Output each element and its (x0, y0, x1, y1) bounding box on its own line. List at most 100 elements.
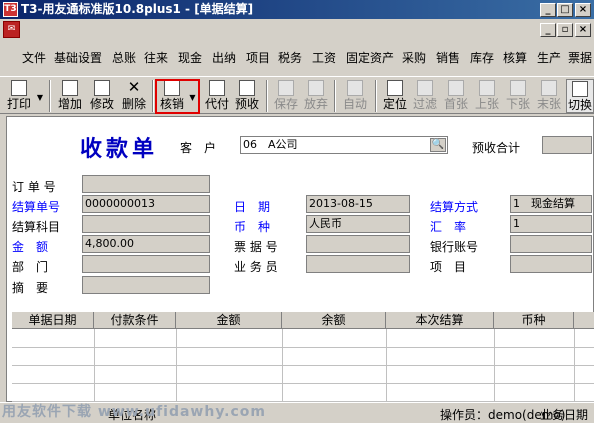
account-field[interactable] (82, 215, 210, 233)
bank-account-field[interactable] (510, 235, 592, 253)
method-field[interactable]: 1 现金结算 (510, 195, 592, 213)
add-button[interactable]: 增加 (55, 79, 85, 113)
toolbar-separator (375, 80, 377, 112)
add-icon (62, 80, 78, 96)
mdi-restore-button[interactable]: ▫ (557, 23, 573, 37)
last-button[interactable]: 末张 (535, 79, 563, 113)
locate-icon (387, 80, 403, 96)
menu-bar: 文件 基础设置 总账 往来 现金 出纳 项目 税务 工资 固定资产 采购 销售 … (0, 46, 594, 66)
menu-cash[interactable]: 现金 (178, 49, 202, 66)
customer-field[interactable]: 06 A公司 (240, 136, 448, 154)
menu-project[interactable]: 项目 (246, 49, 270, 66)
save-button[interactable]: 保存 (272, 79, 300, 113)
order-no-field[interactable] (82, 175, 210, 193)
col-current-settle[interactable]: 本次结算 (386, 312, 494, 329)
mdi-minimize-button[interactable]: _ (540, 23, 556, 37)
document-icon: ✉ (3, 21, 20, 38)
first-button[interactable]: 首张 (442, 79, 470, 113)
menu-file[interactable]: 文件 (22, 49, 46, 66)
rate-field[interactable]: 1 (510, 215, 592, 233)
settle-no-field[interactable]: 0000000013 (82, 195, 210, 213)
bank-account-label: 银行账号 (430, 240, 479, 254)
print-button[interactable]: 打印 (4, 79, 34, 113)
minimize-button[interactable]: _ (540, 3, 556, 17)
last-record-icon (541, 80, 557, 96)
menu-fixed-assets[interactable]: 固定资产 (346, 49, 394, 66)
prev-record-icon (479, 80, 495, 96)
toolbar-separator (266, 80, 268, 112)
menu-transactions[interactable]: 往来 (144, 49, 168, 66)
menu-inventory[interactable]: 库存 (470, 49, 494, 66)
project-label: 项 目 (430, 260, 467, 274)
col-doc-date[interactable]: 单据日期 (12, 312, 94, 329)
modify-button[interactable]: 修改 (87, 79, 117, 113)
menu-payroll[interactable]: 工资 (312, 49, 336, 66)
locate-button[interactable]: 定位 (381, 79, 409, 113)
print-dropdown[interactable]: ▼ (35, 79, 45, 113)
edit-icon (94, 80, 110, 96)
abandon-button[interactable]: 放弃 (302, 79, 330, 113)
proxy-pay-button[interactable]: 代付 (203, 79, 231, 113)
dept-field[interactable] (82, 255, 210, 273)
project-field[interactable] (510, 255, 592, 273)
next-button[interactable]: 下张 (504, 79, 532, 113)
grid-col-divider (282, 329, 283, 402)
menu-tax[interactable]: 税务 (278, 49, 302, 66)
menu-costing[interactable]: 核算 (503, 49, 527, 66)
col-amount[interactable]: 金额 (176, 312, 282, 329)
col-currency[interactable]: 币种 (494, 312, 574, 329)
save-icon (278, 80, 294, 96)
rate-label: 汇 率 (430, 220, 467, 234)
amount-field[interactable]: 4,800.00 (82, 235, 210, 253)
switch-icon (572, 81, 588, 97)
auto-button[interactable]: 自动 (340, 79, 370, 113)
date-field[interactable]: 2013-08-15 (306, 195, 410, 213)
close-button[interactable]: × (575, 3, 591, 17)
delete-button[interactable]: ✕ 删除 (119, 79, 149, 113)
maximize-button[interactable]: □ (557, 3, 573, 17)
detail-grid[interactable]: 单据日期 付款条件 金额 余额 本次结算 币种 (12, 312, 594, 402)
menu-notes[interactable]: 票据 (568, 49, 592, 66)
menu-sales[interactable]: 销售 (436, 49, 460, 66)
search-icon[interactable]: 🔍 (430, 138, 446, 152)
currency-label: 币 种 (234, 220, 271, 234)
voucher-label: 票 据 号 (234, 240, 278, 254)
menu-ledger[interactable]: 总账 (112, 49, 136, 66)
menu-cashier[interactable]: 出纳 (212, 49, 236, 66)
voucher-field[interactable] (306, 235, 410, 253)
filter-icon (417, 80, 433, 96)
printer-icon (11, 80, 27, 96)
switch-button[interactable]: 切换 (566, 79, 594, 113)
grid-row-divider (12, 347, 594, 348)
menu-purchase[interactable]: 采购 (402, 49, 426, 66)
col-balance[interactable]: 余额 (282, 312, 386, 329)
mdi-close-button[interactable]: × (575, 23, 591, 37)
currency-field[interactable]: 人民币 (306, 215, 410, 233)
toolbar-separator (334, 80, 336, 112)
grid-col-divider (386, 329, 387, 402)
grid-col-divider (494, 329, 495, 402)
prev-button[interactable]: 上张 (473, 79, 501, 113)
proxy-icon (209, 80, 225, 96)
trash-icon (308, 80, 324, 96)
date-label: 日 期 (234, 200, 271, 214)
memo-field[interactable] (82, 276, 210, 294)
toolbar: 打印 ▼ 增加 修改 ✕ 删除 核销 ▼ 代付 预收 保存 放弃 自动 定位 过滤… (0, 76, 594, 114)
menu-production[interactable]: 生产 (537, 49, 561, 66)
dept-label: 部 门 (12, 260, 49, 274)
prepay-button[interactable]: 预收 (233, 79, 261, 113)
memo-label: 摘 要 (12, 281, 49, 295)
toolbar-separator (152, 80, 154, 112)
grid-row-divider (12, 383, 594, 384)
menu-basic-settings[interactable]: 基础设置 (54, 49, 102, 66)
grid-row-divider (12, 365, 594, 366)
title-bar: T3 T3-用友通标准版10.8plus1 - [单据结算] _ □ × (0, 0, 594, 19)
gear-icon (347, 80, 363, 96)
window-title: T3-用友通标准版10.8plus1 - [单据结算] (21, 2, 254, 16)
next-record-icon (510, 80, 526, 96)
grid-col-divider (176, 329, 177, 402)
filter-button[interactable]: 过滤 (411, 79, 439, 113)
col-payment-terms[interactable]: 付款条件 (94, 312, 176, 329)
account-label: 结算科目 (12, 220, 61, 234)
staff-field[interactable] (306, 255, 410, 273)
